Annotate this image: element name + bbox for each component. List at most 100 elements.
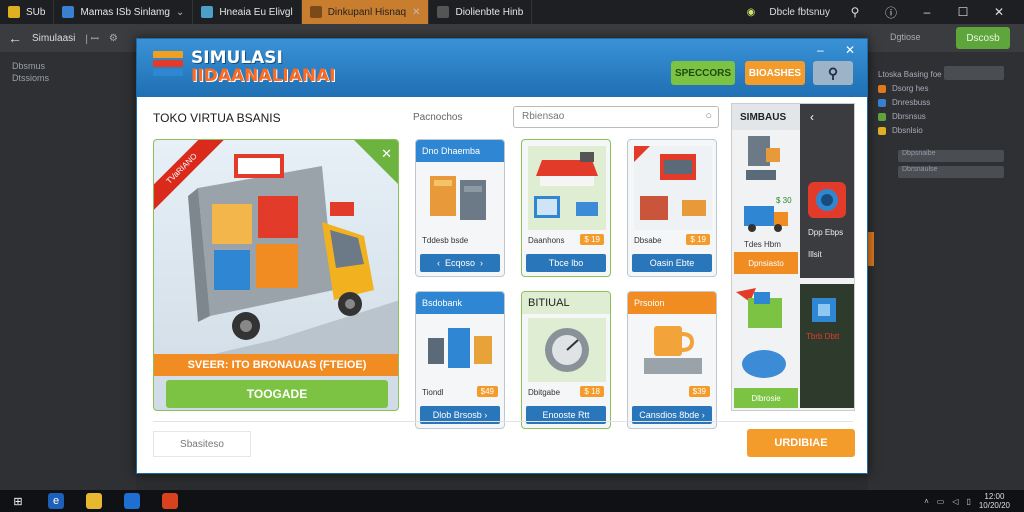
card-button[interactable]: Oasin Ebte xyxy=(632,254,712,272)
page-icon xyxy=(62,6,75,18)
register-illustration xyxy=(746,136,780,180)
right-panel-bar[interactable]: Dbrsnaulse xyxy=(898,166,1004,178)
card-title: Dno Dhaemba xyxy=(416,140,504,162)
right-panel-bar[interactable]: Dbpsnaibe xyxy=(898,150,1004,162)
browser-tab-5[interactable]: Diolienbte Hinb xyxy=(429,0,533,24)
chevron-left-icon[interactable]: ‹ xyxy=(800,104,854,130)
shop-building-illustration xyxy=(634,146,712,230)
right-panel-row-label: Dbrsnsus xyxy=(892,112,926,121)
side-panel-dark-section: Dpp Ebps Illsit xyxy=(800,130,854,278)
side-panel-dark-text: Dpp Ebps xyxy=(808,228,844,237)
product-card[interactable]: Prsoion $39 Cansdios 8bde › xyxy=(627,291,717,429)
browser-tab-3[interactable]: Hneaia Eu Elivgl xyxy=(193,0,302,24)
side-panel-orange-button[interactable]: Dpnsiasto xyxy=(734,252,798,274)
tools-icon: ✕ xyxy=(381,146,392,161)
network-icon[interactable]: ▭ xyxy=(937,497,945,506)
close-icon[interactable]: ✕ xyxy=(845,43,855,57)
right-panel-row-label: Dbsnlsio xyxy=(892,126,923,135)
product-search-input[interactable]: Rbiensao ○ xyxy=(513,106,719,128)
toolbar-title: Simulaasi xyxy=(32,32,76,44)
page-icon xyxy=(201,6,214,18)
box-icon xyxy=(812,298,836,322)
search-icon[interactable]: ⚲ xyxy=(844,5,866,19)
chevron-right-icon[interactable]: › xyxy=(482,410,487,420)
profile-icon[interactable]: ◉ xyxy=(747,7,756,18)
side-panel-dark-section xyxy=(800,284,854,408)
folder-icon[interactable] xyxy=(86,493,102,509)
clock-time: 12:00 xyxy=(984,492,1005,501)
profile-label: Dbcle fbtsnuy xyxy=(769,6,830,18)
browser-tab-1[interactable]: SUb xyxy=(0,0,55,24)
product-card[interactable]: Bsdobank Tiondl $49 Dlob Brsosb › xyxy=(415,291,505,429)
browser-icon[interactable]: e xyxy=(48,493,64,509)
toolbar-separator: | ꟷ xyxy=(85,34,99,45)
side-panel-label: Tbrb Dbtt xyxy=(806,332,840,341)
browser-tab-active[interactable]: Dinkupanl Hisnaq ✕ xyxy=(301,0,430,24)
chevron-left-icon[interactable]: ‹ xyxy=(437,258,445,268)
toolbar-icon[interactable]: ⚙ xyxy=(109,33,118,44)
search-icon[interactable]: ⚲ xyxy=(813,61,853,85)
card-price: $ 18 xyxy=(580,386,604,397)
product-card[interactable]: Dbsabe $ 19 Oasin Ebte xyxy=(627,139,717,277)
side-panel-dark-text: Illsit xyxy=(808,250,822,259)
card-button-label: Cansdios 8bde xyxy=(639,410,700,420)
right-panel-row[interactable]: Dbrsnsus xyxy=(878,112,926,121)
chevron-right-icon[interactable]: › xyxy=(475,258,483,268)
close-icon[interactable]: ✕ xyxy=(988,5,1010,19)
blue-icon xyxy=(878,98,886,107)
business-button[interactable]: BIOASHES xyxy=(745,61,805,85)
tab-label: SUb xyxy=(26,6,46,18)
simulation-app-window: SIMULASI IIDAANALIANAI – ✕ SPECCORS BIOA… xyxy=(136,38,868,474)
search-icon[interactable]: ○ xyxy=(705,110,712,122)
footer-primary-button[interactable]: URDIBIAE xyxy=(747,429,855,457)
card-title: Prsoion xyxy=(628,292,716,314)
system-tray: ˄ ▭ ◁ ▯ 12:00 10/20/20 xyxy=(924,492,1024,510)
simulation-side-panel: SIMBAUS ‹ Dpp Ebps Illsit $ 30 Tdes Hbm … xyxy=(731,103,855,411)
left-background-panel: Dbsmus Dtssioms xyxy=(0,52,136,490)
side-panel-green-button[interactable]: Dlbrosie xyxy=(734,388,798,408)
app-icon[interactable] xyxy=(162,493,178,509)
close-icon[interactable]: ✕ xyxy=(412,7,420,18)
crate-illustration xyxy=(736,288,782,328)
minimize-icon[interactable]: – xyxy=(916,5,938,19)
app-logo-icon xyxy=(8,6,20,18)
stacked-blocks-logo-icon xyxy=(153,51,183,85)
right-panel-row[interactable]: Dsorg hes xyxy=(878,84,928,93)
app-title-line-1: SIMULASI xyxy=(191,48,283,68)
product-card[interactable]: Dno Dhaemba Tddesb bsde ‹ Ecqoso › xyxy=(415,139,505,277)
chevron-down-icon[interactable]: ⌄ xyxy=(176,7,184,18)
browser-tab-2[interactable]: Mamas ISb Sinlamg ⌄ xyxy=(54,0,194,24)
hero-banner[interactable]: TVaRIANO ✕ SVEER: ITO BRONAUAS (FTEIOE) … xyxy=(153,139,399,411)
info-icon[interactable]: ⓘ xyxy=(880,4,902,21)
store-icon[interactable] xyxy=(124,493,140,509)
card-button[interactable]: ‹ Ecqoso › xyxy=(420,254,500,272)
right-panel-row[interactable]: Dbsnlsio xyxy=(878,126,923,135)
back-arrow-icon[interactable]: ← xyxy=(8,30,22,46)
app-title: SIMULASI IIDAANALIANAI xyxy=(191,49,335,85)
battery-icon[interactable]: ▯ xyxy=(966,497,970,506)
maximize-icon[interactable]: ☐ xyxy=(952,5,974,19)
left-panel-line: Dtssioms xyxy=(12,73,50,83)
card-button-label: Dlob Brsosb xyxy=(432,410,482,420)
toolbar-green-button[interactable]: Dscosb xyxy=(956,27,1010,49)
footer-secondary-button[interactable]: Sbasiteso xyxy=(153,431,251,457)
volume-icon[interactable]: ◁ xyxy=(952,497,958,506)
hero-cta-button[interactable]: TOOGADE xyxy=(166,380,388,408)
product-card[interactable]: BITIUAL Dbitgabe $ 18 Enooste Rtt xyxy=(521,291,611,429)
minimize-icon[interactable]: – xyxy=(817,43,824,57)
chevron-up-icon[interactable]: ˄ xyxy=(924,497,929,506)
right-panel-dropdown[interactable] xyxy=(944,66,1004,80)
product-card[interactable]: Daanhons $ 19 Tbce lbo xyxy=(521,139,611,277)
windows-start-icon[interactable]: ⊞ xyxy=(10,493,26,509)
card-price: $49 xyxy=(476,386,498,397)
chevron-right-icon[interactable]: › xyxy=(699,410,705,420)
specials-button[interactable]: SPECCORS xyxy=(671,61,735,85)
card-name: Dbitgabe xyxy=(528,388,561,397)
window-controls: ◉ Dbcle fbtsnuy ⚲ ⓘ – ☐ ✕ xyxy=(747,4,1024,21)
card-button[interactable]: Tbce lbo xyxy=(526,254,606,272)
page-icon xyxy=(309,6,322,18)
right-panel-row[interactable]: Dnresbuss xyxy=(878,98,930,107)
browser-tabbar: SUb Mamas ISb Sinlamg ⌄ Hneaia Eu Elivgl… xyxy=(0,0,1024,24)
system-clock[interactable]: 12:00 10/20/20 xyxy=(979,492,1010,510)
boxes-illustration xyxy=(428,328,492,368)
